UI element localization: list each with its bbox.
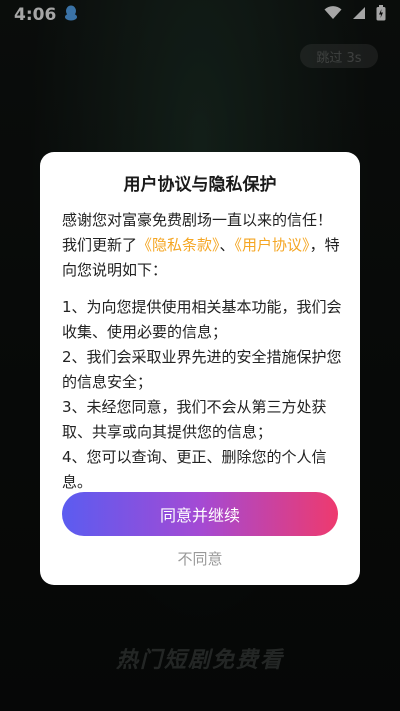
user-agreement-link[interactable]: 《用户协议》: [235, 236, 310, 254]
list-item: 1、为向您提供使用相关基本功能，我们会收集、使用必要的信息；: [62, 298, 342, 341]
list-item: 2、我们会采取业界先进的安全措施保护您的信息安全；: [62, 348, 342, 391]
privacy-policy-link[interactable]: 《隐私条款》: [137, 236, 220, 254]
agree-button[interactable]: 同意并继续: [62, 492, 338, 536]
list-item: 4、您可以查询、更正、删除您的个人信息。: [62, 448, 327, 491]
dialog-intro: 感谢您对富豪免费剧场一直以来的信任！我们更新了《隐私条款》、《用户协议》，特向您…: [62, 208, 342, 283]
list-item: 3、未经您同意，我们不会从第三方处获取、共享或向其提供您的信息；: [62, 398, 327, 441]
privacy-dialog: 用户协议与隐私保护 感谢您对富豪免费剧场一直以来的信任！我们更新了《隐私条款》、…: [40, 152, 360, 585]
dialog-body: 感谢您对富豪免费剧场一直以来的信任！我们更新了《隐私条款》、《用户协议》，特向您…: [62, 208, 342, 495]
disagree-button[interactable]: 不同意: [40, 548, 360, 569]
link-separator: 、: [219, 236, 235, 254]
dialog-title: 用户协议与隐私保护: [123, 175, 277, 195]
